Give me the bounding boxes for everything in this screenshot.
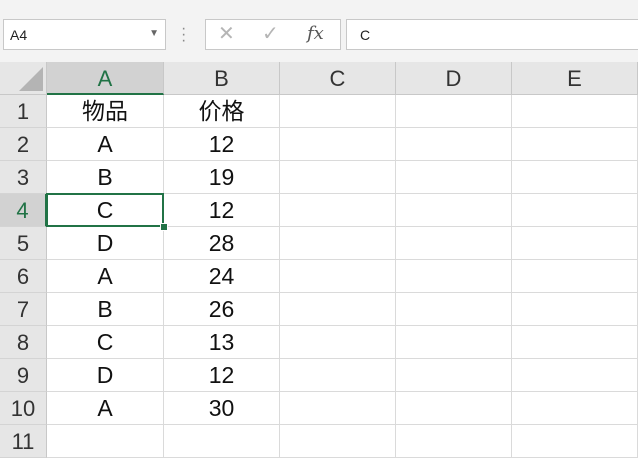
cell-b10[interactable]: 30 xyxy=(164,392,280,425)
row-header-2[interactable]: 2 xyxy=(0,128,47,161)
cell-e10[interactable] xyxy=(512,392,638,425)
cell-b9[interactable]: 12 xyxy=(164,359,280,392)
cell-d3[interactable] xyxy=(396,161,512,194)
cell-e2[interactable] xyxy=(512,128,638,161)
select-all-button[interactable] xyxy=(0,62,47,95)
formula-input-value: C xyxy=(360,27,371,43)
row-header-9[interactable]: 9 xyxy=(0,359,47,392)
row-header-6[interactable]: 6 xyxy=(0,260,47,293)
cell-c3[interactable] xyxy=(280,161,396,194)
name-box[interactable]: A4 ▼ xyxy=(3,19,166,50)
cell-a3[interactable]: B xyxy=(47,161,164,194)
cell-e1[interactable] xyxy=(512,95,638,128)
cell-c11[interactable] xyxy=(280,425,396,458)
cell-e5[interactable] xyxy=(512,227,638,260)
cell-d1[interactable] xyxy=(396,95,512,128)
cell-d10[interactable] xyxy=(396,392,512,425)
cell-b1[interactable]: 价格 xyxy=(164,95,280,128)
cell-a9[interactable]: D xyxy=(47,359,164,392)
cell-a11[interactable] xyxy=(47,425,164,458)
select-all-triangle-icon xyxy=(19,67,43,91)
cell-d6[interactable] xyxy=(396,260,512,293)
cell-b11[interactable] xyxy=(164,425,280,458)
formula-buttons: ✕ ✓ fx xyxy=(205,19,341,50)
cell-d8[interactable] xyxy=(396,326,512,359)
cell-e3[interactable] xyxy=(512,161,638,194)
cell-c2[interactable] xyxy=(280,128,396,161)
name-box-value: A4 xyxy=(10,27,28,43)
cell-c9[interactable] xyxy=(280,359,396,392)
column-header-b[interactable]: B xyxy=(164,62,280,95)
cell-d4[interactable] xyxy=(396,194,512,227)
cell-a7[interactable]: B xyxy=(47,293,164,326)
cell-a4[interactable]: C xyxy=(47,194,164,227)
cell-e11[interactable] xyxy=(512,425,638,458)
row-header-3[interactable]: 3 xyxy=(0,161,47,194)
cell-a6[interactable]: A xyxy=(47,260,164,293)
row-header-4[interactable]: 4 xyxy=(0,194,47,227)
cell-e4[interactable] xyxy=(512,194,638,227)
cell-c8[interactable] xyxy=(280,326,396,359)
cell-d7[interactable] xyxy=(396,293,512,326)
row-header-1[interactable]: 1 xyxy=(0,95,47,128)
cell-b3[interactable]: 19 xyxy=(164,161,280,194)
cell-b8[interactable]: 13 xyxy=(164,326,280,359)
chevron-down-icon[interactable]: ▼ xyxy=(149,28,159,39)
check-icon[interactable]: ✓ xyxy=(262,24,279,44)
cancel-icon[interactable]: ✕ xyxy=(218,24,235,44)
cell-c10[interactable] xyxy=(280,392,396,425)
cell-e7[interactable] xyxy=(512,293,638,326)
cell-c4[interactable] xyxy=(280,194,396,227)
column-header-c[interactable]: C xyxy=(280,62,396,95)
insert-function-icon[interactable]: fx xyxy=(307,24,324,44)
row-header-8[interactable]: 8 xyxy=(0,326,47,359)
fill-handle[interactable] xyxy=(160,223,168,231)
cell-c6[interactable] xyxy=(280,260,396,293)
cell-c1[interactable] xyxy=(280,95,396,128)
cell-e8[interactable] xyxy=(512,326,638,359)
row-header-11[interactable]: 11 xyxy=(0,425,47,458)
cell-c5[interactable] xyxy=(280,227,396,260)
cell-d5[interactable] xyxy=(396,227,512,260)
formula-input[interactable]: C xyxy=(346,19,638,50)
cell-d9[interactable] xyxy=(396,359,512,392)
column-header-a[interactable]: A xyxy=(47,62,164,95)
cell-b6[interactable]: 24 xyxy=(164,260,280,293)
row-header-10[interactable]: 10 xyxy=(0,392,47,425)
cell-a10[interactable]: A xyxy=(47,392,164,425)
cell-b4[interactable]: 12 xyxy=(164,194,280,227)
cell-a2[interactable]: A xyxy=(47,128,164,161)
cell-a1[interactable]: 物品 xyxy=(47,95,164,128)
cell-e9[interactable] xyxy=(512,359,638,392)
cell-b7[interactable]: 26 xyxy=(164,293,280,326)
cell-d11[interactable] xyxy=(396,425,512,458)
cell-d2[interactable] xyxy=(396,128,512,161)
cell-a5[interactable]: D xyxy=(47,227,164,260)
cell-a8[interactable]: C xyxy=(47,326,164,359)
row-header-7[interactable]: 7 xyxy=(0,293,47,326)
cell-b2[interactable]: 12 xyxy=(164,128,280,161)
cell-b5[interactable]: 28 xyxy=(164,227,280,260)
formula-bar: A4 ▼ · · · ✕ ✓ fx C xyxy=(0,6,638,62)
cell-c7[interactable] xyxy=(280,293,396,326)
row-header-5[interactable]: 5 xyxy=(0,227,47,260)
cell-e6[interactable] xyxy=(512,260,638,293)
drag-handle-icon[interactable]: · · · xyxy=(181,21,187,49)
column-header-e[interactable]: E xyxy=(512,62,638,95)
column-header-d[interactable]: D xyxy=(396,62,512,95)
